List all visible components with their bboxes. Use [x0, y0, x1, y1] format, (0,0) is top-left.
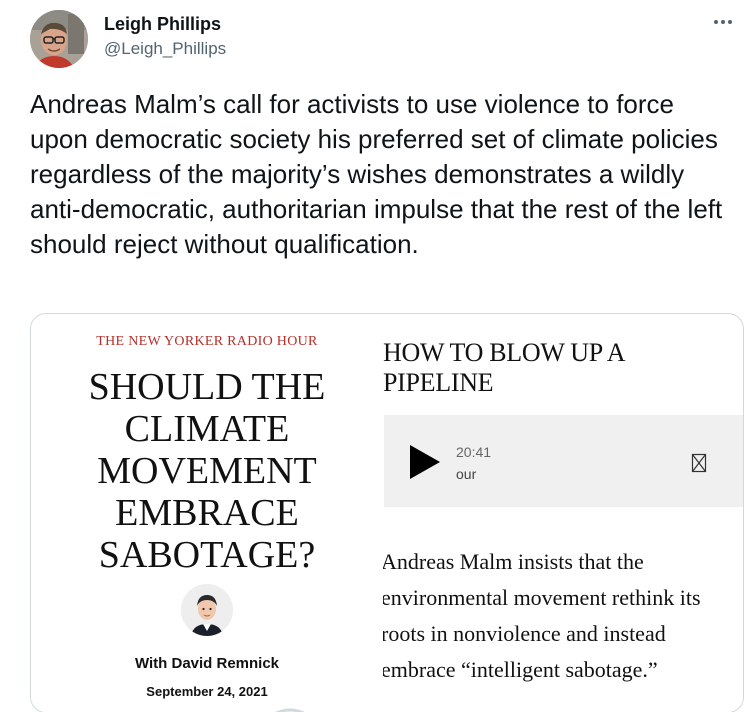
host-avatar [181, 584, 233, 636]
player-show-name: our [456, 466, 477, 482]
cover-headline: SHOULD THE CLIMATE MOVEMENT EMBRACE SABO… [31, 366, 383, 576]
scroll-arc-decoration [275, 708, 305, 712]
episode-title-line: PIPELINE [383, 368, 494, 397]
episode-title: HOW TO BLOW UP A PIPELINE [383, 338, 743, 398]
author-handle[interactable]: @Leigh_Phillips [104, 38, 226, 60]
episode-date: September 24, 2021 [146, 684, 268, 699]
episode-duration: 20:41 [456, 444, 492, 460]
headline-line: SHOULD THE [88, 366, 326, 408]
link-preview-card[interactable]: THE NEW YORKER RADIO HOUR SHOULD THE CLI… [30, 313, 744, 712]
dot [728, 20, 732, 24]
host-line: With David Remnick [134, 655, 280, 672]
author-name[interactable]: Leigh Phillips [104, 13, 221, 35]
podcast-cover-art: THE NEW YORKER RADIO HOUR SHOULD THE CLI… [31, 314, 383, 712]
headline-line: EMBRACE [115, 492, 299, 534]
headline-line: MOVEMENT [97, 450, 317, 492]
tweet-text: Andreas Malm’s call for activists to use… [30, 89, 723, 259]
episode-title-line: HOW TO BLOW UP A [383, 338, 626, 367]
description-line: roots in nonviolence and instead [383, 621, 666, 646]
headline-line: SABOTAGE? [98, 534, 316, 576]
headline-line: CLIMATE [124, 408, 290, 450]
audio-player: 20:41 our [384, 415, 743, 507]
author-avatar[interactable] [30, 10, 88, 68]
description-line: embrace “intelligent sabotage.” [383, 657, 658, 682]
more-options-icon[interactable] [706, 8, 740, 36]
episode-description: Andreas Malm insists that the environmen… [383, 544, 743, 688]
play-icon[interactable] [408, 445, 440, 479]
show-name: THE NEW YORKER RADIO HOUR [96, 334, 318, 349]
tweet: Leigh Phillips @Leigh_Phillips Andreas M… [0, 0, 752, 712]
dot [721, 20, 725, 24]
share-icon[interactable] [691, 453, 707, 473]
episode-panel: HOW TO BLOW UP A PIPELINE 20:41 our Andr… [383, 314, 743, 712]
dot [714, 20, 718, 24]
description-line: Andreas Malm insists that the [383, 549, 644, 574]
description-line: environmental movement rethink its [383, 585, 701, 610]
